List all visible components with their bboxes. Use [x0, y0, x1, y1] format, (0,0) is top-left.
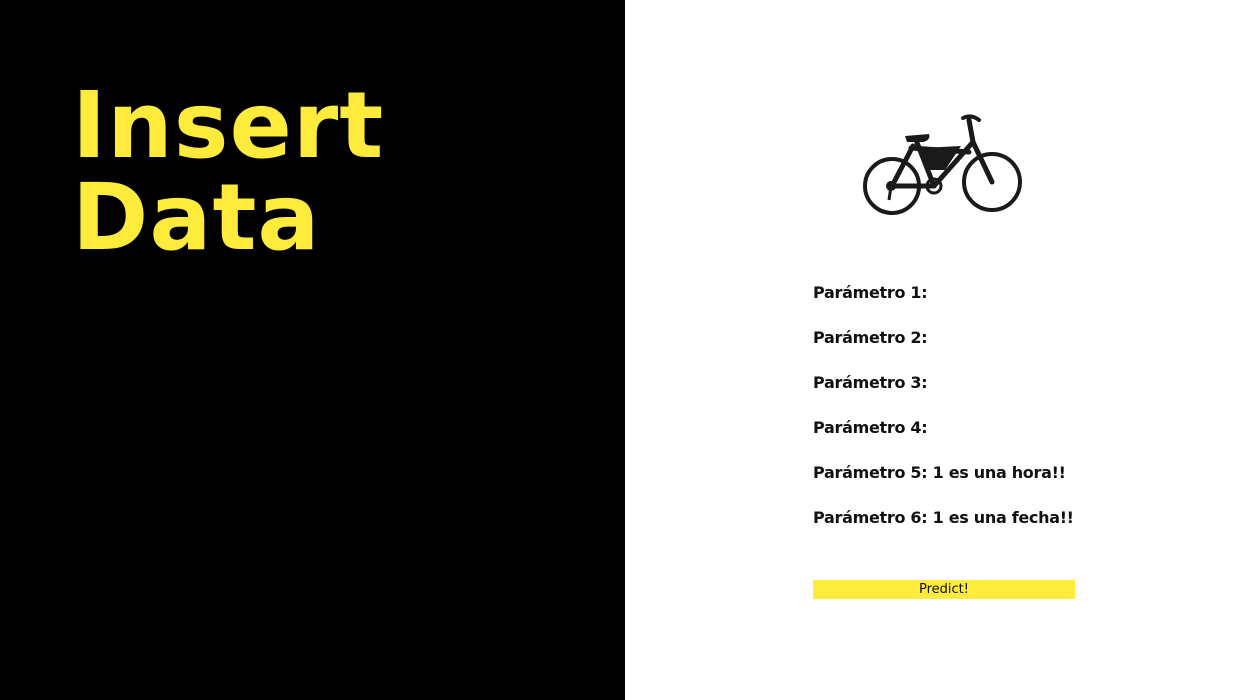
title-line-2: Data — [72, 164, 321, 271]
left-panel: Insert Data — [0, 0, 625, 700]
parameter-6-label: Parámetro 6: 1 es una fecha!! — [813, 508, 1074, 527]
right-panel: Parámetro 1: Parámetro 2: Parámetro 3: P… — [625, 0, 1249, 700]
parameter-1-label: Parámetro 1: — [813, 283, 928, 302]
parameter-5-label: Parámetro 5: 1 es una hora!! — [813, 463, 1066, 482]
parameter-form: Parámetro 1: Parámetro 2: Parámetro 3: P… — [813, 283, 1075, 553]
bicycle-icon — [863, 114, 1022, 215]
page-title: Insert Data — [72, 80, 384, 264]
page: Insert Data Parámetro 1: Parámetro 2: Pa… — [0, 0, 1249, 700]
parameter-4-label: Parámetro 4: — [813, 418, 928, 437]
predict-button[interactable]: Predict! — [813, 580, 1075, 599]
parameter-2-label: Parámetro 2: — [813, 328, 928, 347]
title-line-1: Insert — [72, 72, 385, 179]
parameter-3-label: Parámetro 3: — [813, 373, 928, 392]
